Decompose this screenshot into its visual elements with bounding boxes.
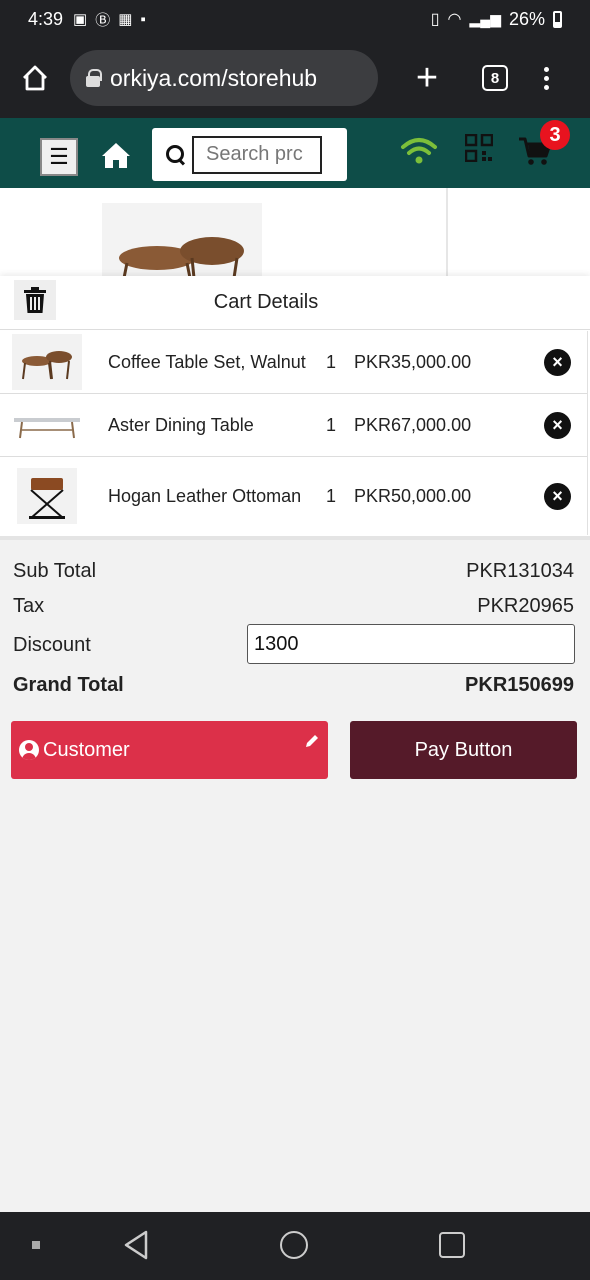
close-icon: × [552,414,563,435]
wifi-icon[interactable] [400,136,438,166]
cart-title: Cart Details [213,291,319,313]
new-tab-button[interactable]: + [410,59,444,97]
user-icon [19,740,39,760]
gallery-notification-icon: ▣ [73,11,88,28]
item-price: PKR35,000.00 [354,351,472,372]
coffee-table-image [22,351,72,380]
subtotal-value: PKR131034 [466,560,574,582]
pay-button[interactable]: Pay Button [350,721,577,779]
cart-item-row: Aster Dining Table 1 PKR67,000.00 × [0,394,587,457]
url-text: orkiya.com/storehub [110,64,318,91]
cart-item-row: Coffee Table Set, Walnut 1 PKR35,000.00 … [0,331,587,394]
cart-header: Cart Details [0,276,590,330]
discount-label: Discount [13,634,91,656]
browser-home-button[interactable] [20,63,50,93]
dot-icon [544,84,549,90]
item-thumbnail [17,468,77,524]
item-thumbnail [12,334,82,390]
system-navigation-bar [0,1212,590,1280]
column-divider [446,188,448,278]
menu-icon: ☰ [49,144,69,169]
discount-input[interactable] [247,624,575,664]
cart-item-list: Coffee Table Set, Walnut 1 PKR35,000.00 … [0,331,588,535]
browser-toolbar: orkiya.com/storehub + 8 [0,38,590,118]
search-bar [152,128,347,181]
status-time: 4:39 [28,8,64,29]
grand-total-label: Grand Total [13,674,124,696]
remove-item-button[interactable]: × [544,482,571,510]
item-price: PKR50,000.00 [354,485,472,506]
ottoman-image [29,478,65,519]
grand-total-value: PKR150699 [465,674,574,696]
dot-icon [544,75,549,81]
close-icon: × [552,351,563,372]
download-notification-icon: ▪ [140,10,146,28]
item-quantity: 1 [326,351,337,372]
status-right: ▯ ◠ ▂▄▆ 26% [431,9,562,30]
cart-count-badge: 3 [540,120,570,150]
close-icon: × [552,485,563,506]
home-nav-icon[interactable] [280,1231,308,1259]
tax-value: PKR20965 [477,595,574,617]
subtotal-label: Sub Total [13,560,97,582]
tab-switcher-button[interactable]: 8 [482,65,508,91]
coffee-table-image [119,237,244,279]
tax-label: Tax [13,595,45,617]
pay-label: Pay Button [414,738,513,761]
status-bar: 4:39 ▣ Ⓑ ▦ ▪ ▯ ◠ ▂▄▆ 26% [0,0,590,38]
tab-count: 8 [490,69,500,87]
remove-item-button[interactable]: × [544,411,571,439]
product-grid-background [0,188,590,279]
item-quantity: 1 [326,414,337,435]
pencil-icon[interactable] [304,733,320,749]
item-name: Hogan Leather Ottoman [108,486,302,506]
dot-icon [544,66,549,72]
item-quantity: 1 [326,485,337,506]
product-image[interactable] [102,203,262,279]
item-name: Aster Dining Table [108,415,254,435]
cart-details-panel: Cart Details Coffee Table Set, Walnut 1 … [0,276,590,536]
battery-percent: 26% [508,8,545,29]
b-notification-icon: Ⓑ [95,11,111,29]
cart-item-row: Hogan Leather Ottoman 1 PKR50,000.00 × [0,457,587,535]
plus-icon: + [415,57,439,99]
url-bar[interactable]: orkiya.com/storehub [70,50,378,106]
item-price: PKR67,000.00 [354,414,472,435]
dining-table-image [14,418,80,439]
customer-button[interactable]: Customer [11,721,328,779]
customer-label: Customer [43,738,130,761]
home-icon[interactable] [100,140,132,170]
recent-apps-icon[interactable] [439,1232,465,1258]
item-thumbnail [12,397,82,453]
hamburger-menu-button[interactable]: ☰ [40,138,78,176]
home-icon [23,65,47,91]
lock-icon [86,69,102,87]
app-header: ☰ 3 [0,118,590,188]
browser-menu-button[interactable] [544,66,549,90]
totals-section: Sub Total PKR131034 Tax PKR20965 Discoun… [0,536,590,1212]
search-icon[interactable] [166,144,186,165]
signal-icon: ▂▄▆ [469,10,501,27]
back-icon[interactable] [120,1228,154,1262]
keyboard-indicator-icon [32,1241,40,1249]
search-input[interactable] [192,135,322,174]
qr-code-icon[interactable] [465,134,493,162]
battery-icon [553,10,562,28]
remove-item-button[interactable]: × [544,348,571,376]
wifi-status-icon: ◠ [447,11,462,28]
app-notification-icon: ▦ [118,11,133,28]
vibrate-icon: ▯ [430,11,440,28]
item-name: Coffee Table Set, Walnut [108,352,306,372]
